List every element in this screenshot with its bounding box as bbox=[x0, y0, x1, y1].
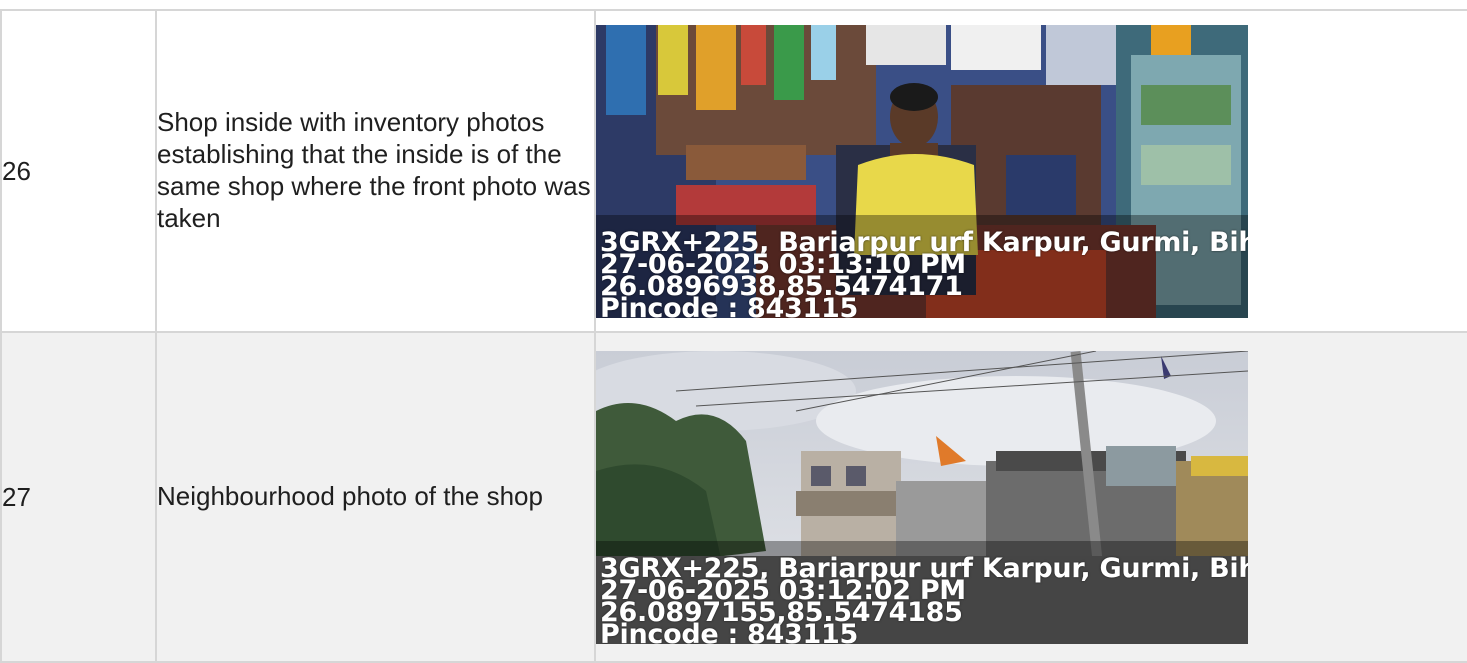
row-number: 27 bbox=[0, 331, 157, 663]
table-row: 26 Shop inside with inventory photos est… bbox=[0, 9, 1467, 333]
row-description: Shop inside with inventory photos establ… bbox=[155, 9, 596, 333]
neighbourhood-photo: 3GRX+225, Bariarpur urf Karpur, Gurmi, B… bbox=[596, 350, 1248, 644]
shop-interior-photo: 3GRX+225, Bariarpur urf Karpur, Gurmi, B… bbox=[596, 24, 1248, 318]
photo-cell: 3GRX+225, Bariarpur urf Karpur, Gurmi, B… bbox=[594, 331, 1467, 663]
photo-cell: 3GRX+225, Bariarpur urf Karpur, Gurmi, B… bbox=[594, 9, 1467, 333]
row-description: Neighbourhood photo of the shop bbox=[155, 331, 596, 663]
row-number: 26 bbox=[0, 9, 157, 333]
table-row: 27 Neighbourhood photo of the shop 3GRX+… bbox=[0, 331, 1467, 663]
photo-geotag-overlay: 3GRX+225, Bariarpur urf Karpur, Gurmi, B… bbox=[600, 229, 1248, 318]
photo-geotag-overlay: 3GRX+225, Bariarpur urf Karpur, Gurmi, B… bbox=[600, 555, 1248, 644]
evidence-table: 26 Shop inside with inventory photos est… bbox=[0, 9, 1467, 663]
